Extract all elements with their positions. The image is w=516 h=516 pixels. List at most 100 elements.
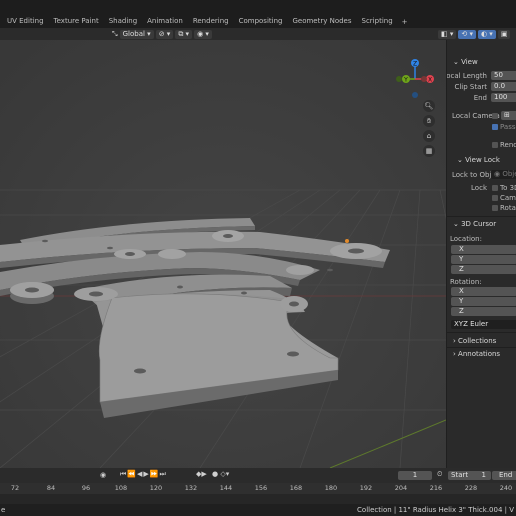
object-visibility-dropdown[interactable]: ◧ ▾ [438,29,457,39]
local-camera-field[interactable]: ⊞ [501,111,516,120]
lock-rotation-checkbox[interactable] [492,205,498,211]
view-lock-subpanel-header[interactable]: ⌄ View Lock [457,155,500,165]
add-workspace-button[interactable]: + [398,18,412,26]
clip-end-label: End [473,94,487,102]
focal-length-field[interactable]: 50 [491,71,516,80]
tab-shading[interactable]: Shading [104,15,142,28]
cursor-rotation-x-label: X [459,287,464,295]
collections-panel-header[interactable]: › Collections [453,336,496,346]
gizmo-x-label: X [428,77,432,84]
cursor-location-y-field[interactable]: Y [451,255,516,264]
viewport-header: ⤡ Global ▾ ⊘ ▾ ⧉ ▾ ◉ ▾ ◧ ▾ ⟲ ▾ ◐ ▾ ▣ [0,28,516,40]
annotations-label: Annotations [458,350,501,358]
lock-to-object-placeholder: Obje [502,170,516,178]
cursor-location-x-field[interactable]: X [451,245,516,254]
transform-orientation-dropdown[interactable]: Global ▾ [119,29,154,39]
navigation-gizmo[interactable]: Z Y X [392,54,442,104]
pan-hand-icon[interactable]: ✋︎ [423,115,435,127]
tab-geometry-nodes[interactable]: Geometry Nodes [287,15,356,28]
lock-camera-checkbox[interactable] [492,195,498,201]
3d-viewport[interactable]: Z Y X 🔍︎ ✋︎ ⌂ ▦ [0,40,446,468]
status-left-text: e [1,506,6,514]
lock-to-3d-cursor-label: To 3D [500,184,516,192]
keying-icon[interactable]: ◉ [100,471,106,479]
workspace-tabbar: e UV Editing Texture Paint Shading Anima… [0,15,516,28]
view-lock-title: View Lock [465,156,500,164]
tab-texture-paint[interactable]: Texture Paint [49,15,104,28]
clip-start-label: Clip Start [454,83,487,91]
start-frame-field[interactable]: Start 1 [448,471,491,480]
lock-label: Lock [471,184,487,192]
current-frame-field[interactable]: 1 [398,471,432,480]
proportional-edit-button[interactable]: ◉ ▾ [194,29,212,39]
cursor-rotation-x-field[interactable]: X [451,287,516,296]
ruler-tick: 120 [149,484,163,492]
tab-compositing[interactable]: Compositing [234,15,288,28]
lock-rotation-label: Rotatio [500,204,516,212]
ruler-tick: 180 [324,484,338,492]
view-title: View [461,58,478,66]
cursor-location-x-label: X [459,245,464,253]
transform-orientation-icon: ⤡ [112,29,118,38]
lock-to-3d-cursor-checkbox[interactable] [492,185,498,191]
auto-keying-toggle[interactable]: ● ◇▾ [212,470,229,478]
passepartout-label: Passep [500,123,516,131]
ruler-tick: 108 [114,484,128,492]
ruler-tick: 228 [464,484,478,492]
timeline-track-area[interactable] [0,494,516,504]
overlays-toggle[interactable]: ◐ ▾ [477,29,496,39]
render-region-checkbox[interactable] [492,142,498,148]
keyframe-nav-icon[interactable]: ◆▶ [196,470,207,478]
end-frame-label: End [499,471,513,479]
start-frame-label: Start [451,471,469,479]
clip-end-field[interactable]: 100 [491,93,516,102]
collections-label: Collections [458,337,497,345]
cursor-rotation-y-field[interactable]: Y [451,297,516,306]
timeline-ruler[interactable]: 72 84 96 108 120 132 144 156 168 180 192… [0,483,516,494]
cursor-rotation-z-field[interactable]: Z [451,307,516,316]
clip-start-field[interactable]: 0.0 [491,82,516,91]
tab-uv-editing[interactable]: UV Editing [2,15,49,28]
ruler-tick: 84 [46,484,56,492]
ruler-tick: 156 [254,484,268,492]
annotations-panel-header[interactable]: › Annotations [453,349,500,359]
view-panel-header[interactable]: ⌄ View [453,57,478,67]
viewport-scene [0,40,446,468]
perspective-grid-icon[interactable]: ▦ [423,145,435,157]
xray-toggle[interactable]: ▣ [497,29,511,39]
status-right-text: Collection | 11" Radius Helix 3" Thick.0… [357,506,514,514]
3d-cursor-title: 3D Cursor [461,220,497,228]
gizmo-toggle[interactable]: ⟲ ▾ [458,29,476,39]
transform-orientation-label: Global [122,30,145,38]
start-frame-value: 1 [481,471,486,479]
lock-camera-label: Camer [500,194,516,202]
ruler-tick: 96 [81,484,91,492]
zoom-icon[interactable]: 🔍︎ [423,100,435,112]
focal-length-label: Focal Length [446,72,487,80]
clock-icon: ⏲ [437,470,443,478]
end-frame-field[interactable]: End [492,471,516,480]
camera-view-icon[interactable]: ⌂ [423,130,435,142]
cursor-rotation-z-label: Z [459,307,464,315]
tab-rendering[interactable]: Rendering [188,15,234,28]
ruler-tick: 168 [289,484,303,492]
ruler-tick: 216 [429,484,443,492]
ruler-tick: 192 [359,484,373,492]
rotation-mode-dropdown[interactable]: XYZ Euler [451,320,516,329]
passepartout-checkbox[interactable] [492,124,498,130]
status-bar: e Collection | 11" Radius Helix 3" Thick… [0,504,516,516]
tab-animation[interactable]: Animation [142,15,188,28]
cursor-location-label: Location: [450,235,482,243]
local-camera-checkbox[interactable] [492,113,498,119]
cursor-location-z-field[interactable]: Z [451,265,516,274]
cursor-rotation-label: Rotation: [450,278,482,286]
playback-controls[interactable]: ⏮⏪◀▶⏩⏭ [120,470,167,479]
snap-dropdown[interactable]: ⧉ ▾ [175,29,193,39]
pivot-point-dropdown[interactable]: ⊘ ▾ [155,29,174,39]
gizmo-y-label: Y [403,77,408,84]
ruler-tick: 144 [219,484,233,492]
lock-to-object-field[interactable]: ◉ Obje [491,170,516,179]
3d-cursor-panel-header[interactable]: ⌄ 3D Cursor [453,219,496,229]
gizmo-z-label: Z [413,61,417,68]
tab-scripting[interactable]: Scripting [357,15,398,28]
